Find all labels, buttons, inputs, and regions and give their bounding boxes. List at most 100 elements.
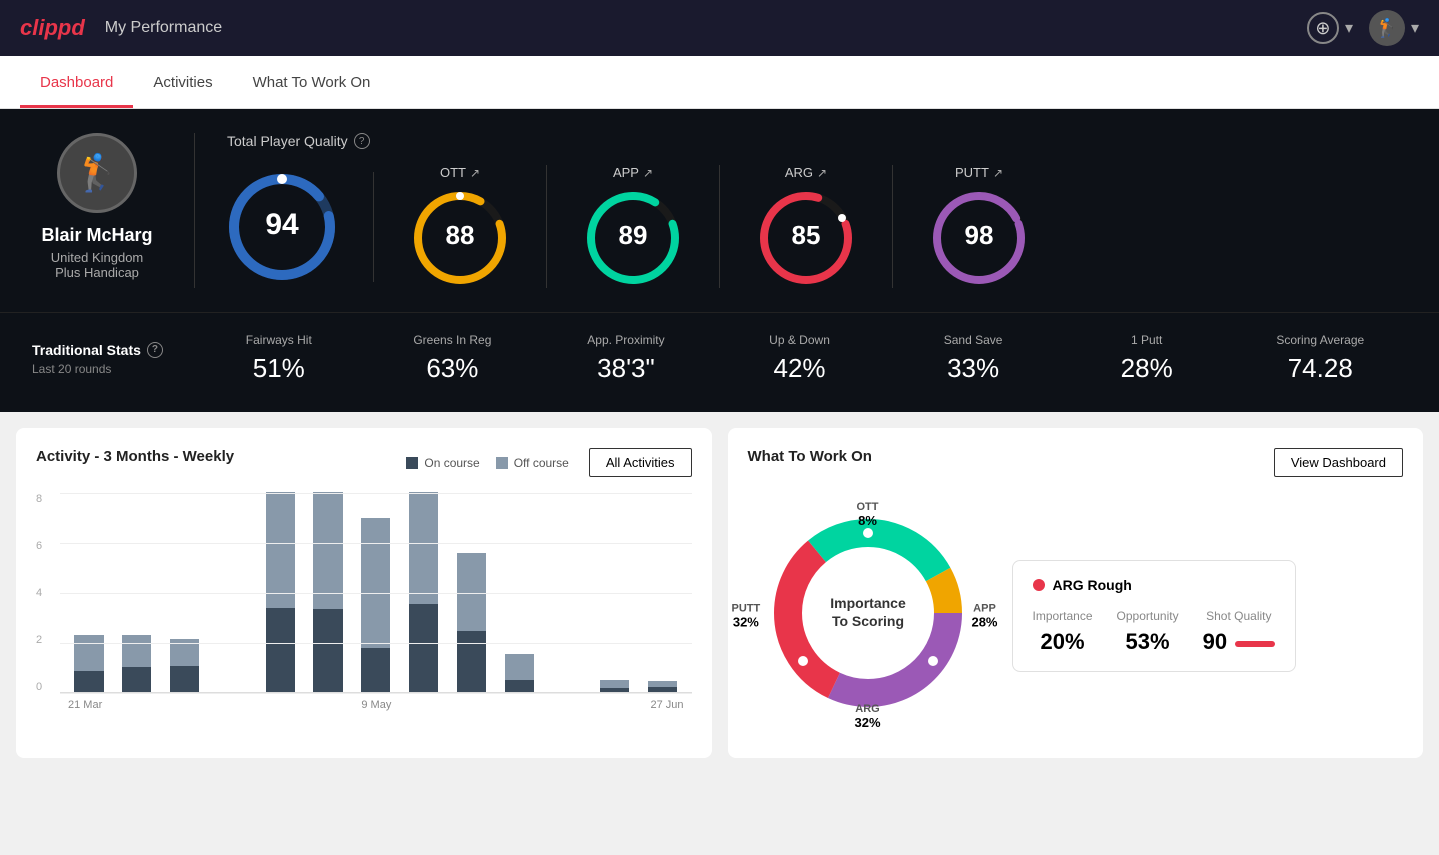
legend-on-course: On course <box>406 456 479 470</box>
donut-wrapper: Importance To Scoring OTT 8% APP 28% <box>748 493 988 738</box>
bar-group <box>403 492 445 692</box>
hero-section: 🏌️ Blair McHarg United Kingdom Plus Hand… <box>0 109 1439 312</box>
bar-group <box>594 492 636 692</box>
trad-stat-scoring: Scoring Average 74.28 <box>1233 333 1407 384</box>
svg-text:89: 89 <box>619 220 648 250</box>
arg-metric-importance: Importance 20% <box>1033 609 1093 655</box>
svg-text:94: 94 <box>265 208 299 241</box>
arg-dot-icon <box>1033 579 1045 591</box>
nav-tabs: Dashboard Activities What To Work On <box>0 56 1439 109</box>
trad-stat-fairways: Fairways Hit 51% <box>192 333 366 384</box>
bar-top <box>74 635 103 671</box>
bar-group <box>211 492 253 692</box>
trad-info-icon[interactable]: ? <box>147 342 163 358</box>
bar-top <box>457 553 486 631</box>
trad-label: Traditional Stats ? Last 20 rounds <box>32 342 192 376</box>
bar-group <box>259 492 301 692</box>
gauge-ott-svg: 88 <box>410 188 510 288</box>
bar-group <box>307 492 349 692</box>
top-bar-right: ⊕ ▾ 🏌️ ▾ <box>1307 10 1419 46</box>
bar-top <box>600 680 629 688</box>
gauge-arg: ARG ↗ 85 <box>720 165 893 288</box>
bar-group <box>116 492 158 692</box>
y-axis: 8 6 4 2 0 <box>36 493 42 693</box>
bar-bottom <box>266 608 295 692</box>
hero-inner: 🏌️ Blair McHarg United Kingdom Plus Hand… <box>32 133 1407 288</box>
bar-chart-wrapper: 8 6 4 2 0 21 Mar 9 May 27 Jun <box>36 493 692 711</box>
gauge-total: 94 <box>227 172 374 282</box>
trad-stat-updown: Up & Down 42% <box>713 333 887 384</box>
donut-label-putt: PUTT 32% <box>732 602 761 629</box>
arg-metrics: Importance 20% Opportunity 53% Shot Qual… <box>1033 609 1276 655</box>
legend-off-course-dot <box>496 457 508 469</box>
putt-arrow-icon: ↗ <box>993 166 1003 180</box>
add-button-group[interactable]: ⊕ ▾ <box>1307 12 1353 44</box>
bar-group <box>451 492 493 692</box>
avatar-group[interactable]: 🏌️ ▾ <box>1369 10 1419 46</box>
work-on-header: What To Work On View Dashboard <box>748 448 1404 477</box>
main-content: Activity - 3 Months - Weekly On course O… <box>0 412 1439 774</box>
arg-arrow-icon: ↗ <box>817 166 827 180</box>
ott-arrow-icon: ↗ <box>470 166 480 180</box>
svg-text:Importance: Importance <box>830 595 906 611</box>
all-activities-button[interactable]: All Activities <box>589 448 692 477</box>
top-bar: clippd My Performance ⊕ ▾ 🏌️ ▾ <box>0 0 1439 56</box>
bar-group <box>546 492 588 692</box>
work-on-title: What To Work On <box>748 448 872 465</box>
arg-metric-opportunity: Opportunity 53% <box>1117 609 1179 655</box>
add-icon[interactable]: ⊕ <box>1307 12 1339 44</box>
chart-header: Activity - 3 Months - Weekly On course O… <box>36 448 692 477</box>
bar-bottom <box>122 667 151 692</box>
bar-bottom <box>600 688 629 692</box>
legend-off-course: Off course <box>496 456 569 470</box>
donut-label-arg: ARG 32% <box>854 703 880 730</box>
tab-activities[interactable]: Activities <box>133 56 232 108</box>
player-country: United Kingdom <box>51 250 144 265</box>
svg-text:88: 88 <box>446 220 475 250</box>
avatar-chevron-icon: ▾ <box>1411 18 1419 38</box>
what-to-work-on-card: What To Work On View Dashboard Importanc… <box>728 428 1424 758</box>
bar-group <box>164 492 206 692</box>
chart-legend: On course Off course <box>406 456 569 470</box>
x-axis-labels: 21 Mar 9 May 27 Jun <box>60 693 692 711</box>
bar-bottom <box>74 671 103 692</box>
gauge-total-svg: 94 <box>227 172 337 282</box>
bar-bottom <box>457 631 486 692</box>
bar-top <box>266 492 295 608</box>
activity-chart-card: Activity - 3 Months - Weekly On course O… <box>16 428 712 758</box>
arg-info-title: ARG Rough <box>1033 577 1276 593</box>
donut-chart-svg: Importance To Scoring <box>748 493 988 733</box>
bar-group <box>498 492 540 692</box>
arg-info-card: ARG Rough Importance 20% Opportunity 53%… <box>1012 560 1297 672</box>
top-bar-left: clippd My Performance <box>20 15 222 41</box>
bar-bottom <box>313 609 342 692</box>
gauge-arg-svg: 85 <box>756 188 856 288</box>
bar-bottom <box>361 648 390 692</box>
info-icon[interactable]: ? <box>354 133 370 149</box>
bar-group <box>68 492 110 692</box>
chart-area <box>60 493 692 693</box>
page-title: My Performance <box>105 19 222 37</box>
svg-text:85: 85 <box>792 220 821 250</box>
chevron-down-icon: ▾ <box>1345 18 1353 38</box>
gauge-ott: OTT ↗ 88 <box>374 165 547 288</box>
bar-top <box>409 492 438 604</box>
view-dashboard-button[interactable]: View Dashboard <box>1274 448 1403 477</box>
tab-dashboard[interactable]: Dashboard <box>20 56 133 108</box>
stats-section: Total Player Quality ? 94 OTT <box>194 133 1407 288</box>
chart-title: Activity - 3 Months - Weekly <box>36 448 234 465</box>
logo-text: clippd <box>20 15 85 41</box>
avatar[interactable]: 🏌️ <box>1369 10 1405 46</box>
bar-top <box>313 492 342 609</box>
bar-top <box>122 635 151 667</box>
trad-sublabel: Last 20 rounds <box>32 362 192 376</box>
bar-top <box>170 639 199 667</box>
bar-group <box>642 492 684 692</box>
trad-stat-proximity: App. Proximity 38'3" <box>539 333 713 384</box>
bar-top <box>505 654 534 680</box>
total-quality-label: Total Player Quality ? <box>227 133 1407 149</box>
tab-what-to-work-on[interactable]: What To Work On <box>233 56 391 108</box>
player-name: Blair McHarg <box>41 225 152 246</box>
traditional-stats: Traditional Stats ? Last 20 rounds Fairw… <box>0 312 1439 412</box>
svg-text:98: 98 <box>965 220 994 250</box>
